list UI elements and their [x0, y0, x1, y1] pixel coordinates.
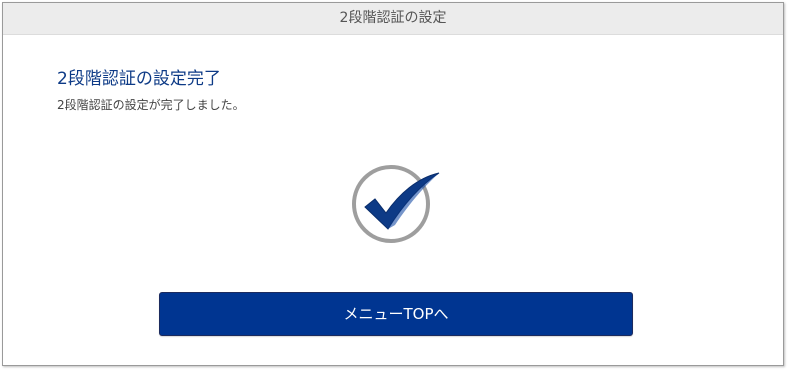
- page-title: 2段階認証の設定完了: [57, 69, 221, 89]
- header-title: 2段階認証の設定: [339, 10, 447, 26]
- dialog-frame: 2段階認証の設定 2段階認証の設定完了 2段階認証の設定が完了しました。 メニュ…: [2, 2, 784, 366]
- menu-top-button-label: メニューTOPへ: [343, 305, 449, 323]
- check-circle-icon: [343, 163, 443, 247]
- completion-message: 2段階認証の設定が完了しました。: [57, 98, 245, 112]
- menu-top-button[interactable]: メニューTOPへ: [159, 292, 633, 336]
- page-header: 2段階認証の設定: [3, 3, 783, 35]
